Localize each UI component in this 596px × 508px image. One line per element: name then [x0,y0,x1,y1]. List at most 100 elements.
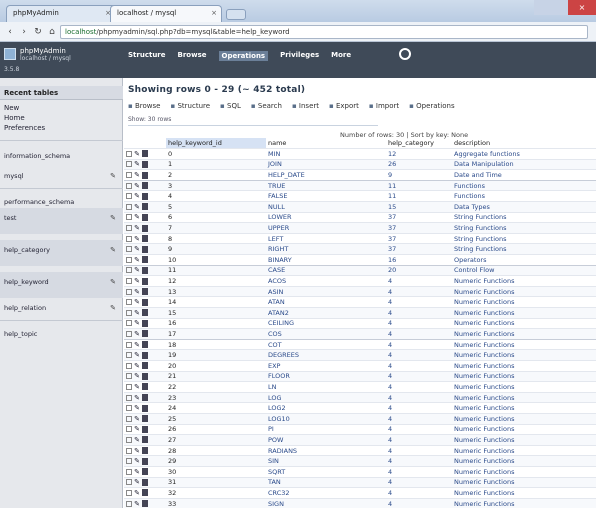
toolbar-insert[interactable]: Insert [292,102,319,110]
row-checkbox[interactable] [126,203,132,210]
row-checkbox[interactable] [126,373,132,380]
column-header[interactable]: help_category [386,138,452,149]
table-cell[interactable]: 4 [386,477,452,488]
table-row[interactable]: ✎ 22 LN 4 Numeric Functions [124,381,596,393]
table-cell[interactable]: SIGN [266,498,386,508]
table-cell[interactable]: Numeric Functions [452,477,596,488]
table-row[interactable]: ✎ 33 SIGN 4 Numeric Functions [124,498,596,508]
table-cell[interactable]: ASIN [266,286,386,297]
edit-icon[interactable]: ✎ [134,330,140,338]
table-cell[interactable]: LEFT [266,233,386,244]
delete-icon[interactable] [142,341,149,349]
table-cell[interactable]: 4 [386,498,452,508]
nav-privileges[interactable]: Privileges [280,51,319,61]
table-cell[interactable]: 0 [166,149,266,160]
sidebar-header[interactable]: Recent tables [0,86,123,100]
table-row[interactable]: ✎ 8 LEFT 37 String Functions [124,233,596,244]
table-cell[interactable]: EXP [266,360,386,371]
delete-icon[interactable] [142,235,149,243]
delete-icon[interactable] [142,394,149,402]
edit-icon[interactable]: ✎ [134,415,140,423]
table-cell[interactable]: 26 [166,424,266,435]
table-cell[interactable]: 11 [166,264,266,276]
table-cell[interactable]: LN [266,382,386,393]
table-cell[interactable]: 2 [166,170,266,181]
edit-icon[interactable]: ✎ [134,425,140,433]
table-cell[interactable]: MIN [266,149,386,160]
table-cell[interactable]: 37 [386,212,452,223]
delete-icon[interactable] [142,457,149,465]
table-row[interactable]: ✎ 11 CASE 20 Control Flow [124,264,596,276]
row-checkbox[interactable] [126,489,132,496]
delete-icon[interactable] [142,182,149,190]
browser-tab-1[interactable]: phpMyAdmin × [6,5,116,22]
edit-icon[interactable]: ✎ [134,447,140,455]
table-row[interactable]: ✎ 17 COS 4 Numeric Functions [124,328,596,340]
edit-icon[interactable]: ✎ [134,203,140,211]
table-cell[interactable]: Numeric Functions [452,328,596,340]
table-cell[interactable]: 20 [166,360,266,371]
table-cell[interactable]: Functions [452,179,596,191]
new-tab-button[interactable] [226,9,246,20]
delete-icon[interactable] [142,330,149,338]
sidebar-link-home[interactable]: Home [4,114,25,122]
table-row[interactable]: ✎ 16 CEILING 4 Numeric Functions [124,318,596,329]
table-cell[interactable]: 9 [166,243,266,255]
table-cell[interactable]: UPPER [266,222,386,234]
table-cell[interactable]: 32 [166,488,266,499]
delete-icon[interactable] [142,150,149,158]
delete-icon[interactable] [142,415,149,423]
edit-icon[interactable]: ✎ [110,172,116,180]
edit-icon[interactable]: ✎ [134,489,140,497]
table-row[interactable]: ✎ 28 RADIANS 4 Numeric Functions [124,445,596,456]
delete-icon[interactable] [142,489,149,497]
edit-icon[interactable]: ✎ [134,372,140,380]
table-cell[interactable]: 4 [386,455,452,467]
row-checkbox[interactable] [126,172,132,179]
table-cell[interactable]: Numeric Functions [452,424,596,435]
table-cell[interactable]: POW [266,434,386,446]
edit-icon[interactable]: ✎ [134,404,140,412]
delete-icon[interactable] [142,192,149,200]
table-cell[interactable]: 23 [166,392,266,403]
edit-icon[interactable]: ✎ [134,500,140,508]
table-row[interactable]: ✎ 3 TRUE 11 Functions [124,179,596,191]
edit-icon[interactable]: ✎ [134,319,140,327]
table-cell[interactable]: 19 [166,349,266,361]
row-checkbox[interactable] [126,405,132,412]
table-cell[interactable]: RADIANS [266,445,386,456]
table-cell[interactable]: 12 [166,276,266,287]
table-cell[interactable]: 14 [166,297,266,308]
delete-icon[interactable] [142,436,149,444]
table-row[interactable]: ✎ 25 LOG10 4 Numeric Functions [124,413,596,425]
table-cell[interactable]: LOG2 [266,403,386,414]
delete-icon[interactable] [142,362,149,370]
edit-icon[interactable]: ✎ [134,192,140,200]
row-checkbox[interactable] [126,415,132,422]
close-icon[interactable]: × [211,9,217,17]
row-checkbox[interactable] [126,341,132,348]
edit-icon[interactable]: ✎ [110,214,116,222]
sidebar-db-mysql[interactable]: mysql [4,172,24,180]
table-cell[interactable]: 4 [386,424,452,435]
column-header[interactable]: help_keyword_id [166,138,266,149]
table-cell[interactable]: ACOS [266,276,386,287]
table-cell[interactable]: 5 [166,201,266,213]
row-checkbox[interactable] [126,383,132,390]
table-row[interactable]: ✎ 13 ASIN 4 Numeric Functions [124,286,596,297]
toolbar-export[interactable]: Export [329,102,359,110]
table-cell[interactable]: DEGREES [266,349,386,361]
edit-icon[interactable]: ✎ [134,351,140,359]
table-cell[interactable]: 31 [166,477,266,488]
delete-icon[interactable] [142,500,149,508]
table-cell[interactable]: 15 [166,307,266,319]
table-cell[interactable]: Functions [452,191,596,202]
table-cell[interactable]: Aggregate functions [452,149,596,160]
table-row[interactable]: ✎ 9 RIGHT 37 String Functions [124,243,596,255]
edit-icon[interactable]: ✎ [134,160,140,168]
delete-icon[interactable] [142,468,149,476]
row-checkbox[interactable] [126,352,132,359]
row-checkbox[interactable] [126,426,132,433]
table-cell[interactable]: 4 [386,338,452,350]
table-cell[interactable]: 4 [386,276,452,287]
